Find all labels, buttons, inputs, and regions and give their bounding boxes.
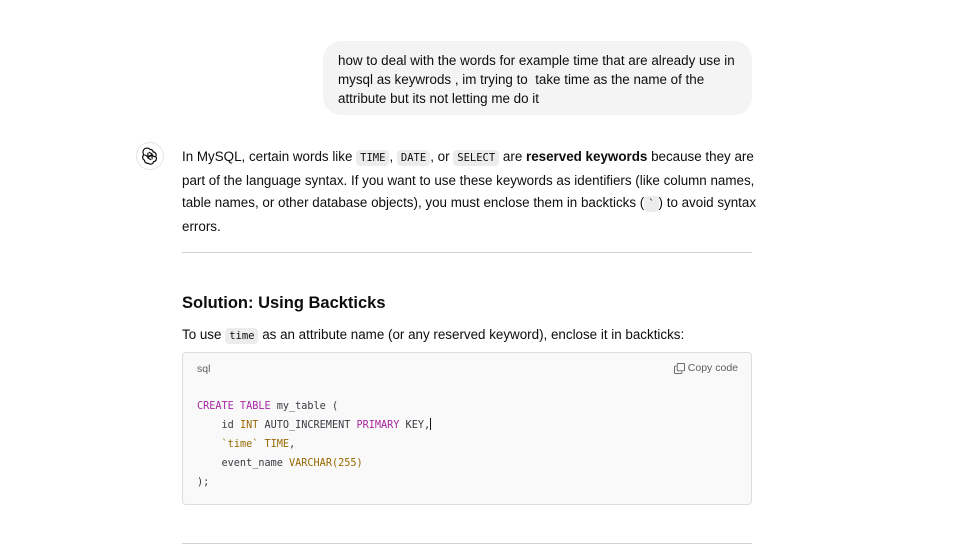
- intro-text: are: [499, 149, 526, 164]
- solution-text: To use: [182, 327, 226, 342]
- code-text: my_table (: [270, 401, 339, 412]
- user-message-bubble: how to deal with the words for example t…: [323, 41, 752, 115]
- solution-heading: Solution: Using Backticks: [182, 294, 386, 312]
- copy-code-label: Copy code: [687, 362, 738, 374]
- chat-page: how to deal with the words for example t…: [0, 0, 971, 551]
- code-identifier: `time`: [221, 439, 259, 450]
- user-message-text: how to deal with the words for example t…: [338, 53, 739, 106]
- inline-code-date: DATE: [396, 150, 431, 166]
- bold-reserved-keywords: reserved keywords: [526, 149, 648, 164]
- section-divider: [182, 543, 752, 544]
- code-type: VARCHAR(255): [289, 458, 363, 469]
- copy-code-button[interactable]: Copy code: [673, 362, 738, 374]
- code-keyword: CREATE TABLE: [197, 401, 271, 412]
- code-text: ,: [289, 439, 296, 450]
- intro-text: ,: [389, 149, 397, 164]
- code-text: event_name: [197, 458, 290, 469]
- openai-logo-icon: [142, 147, 157, 165]
- code-type: INT: [239, 420, 259, 431]
- code-text: );: [197, 477, 210, 488]
- assistant-avatar: [136, 142, 164, 170]
- code-text: id: [197, 420, 240, 431]
- inline-code-select: SELECT: [453, 150, 500, 166]
- code-keyword: PRIMARY: [356, 420, 400, 431]
- copy-icon: [673, 362, 685, 374]
- code-content: CREATE TABLE my_table ( id INT AUTO_INCR…: [197, 397, 432, 492]
- code-text: AUTO_INCREMENT: [258, 420, 357, 431]
- section-divider: [182, 252, 752, 253]
- code-language-label: sql: [197, 363, 211, 375]
- solution-text: as an attribute name (or any reserved ke…: [258, 327, 685, 342]
- intro-text: , or: [430, 149, 454, 164]
- assistant-intro-paragraph: In MySQL, certain words like TIME, DATE,…: [182, 146, 757, 238]
- intro-text: In MySQL, certain words like: [182, 149, 357, 164]
- inline-code-time-lower: time: [225, 328, 259, 344]
- inline-code-time: TIME: [356, 150, 390, 166]
- text-caret: [430, 418, 432, 430]
- solution-intro: To use time as an attribute name (or any…: [182, 325, 684, 346]
- inline-code-backtick: `: [644, 196, 659, 212]
- code-block: sql Copy code CREATE TABLE my_table ( id…: [182, 352, 752, 505]
- code-type: TIME: [264, 439, 290, 450]
- code-text: KEY,: [399, 420, 431, 431]
